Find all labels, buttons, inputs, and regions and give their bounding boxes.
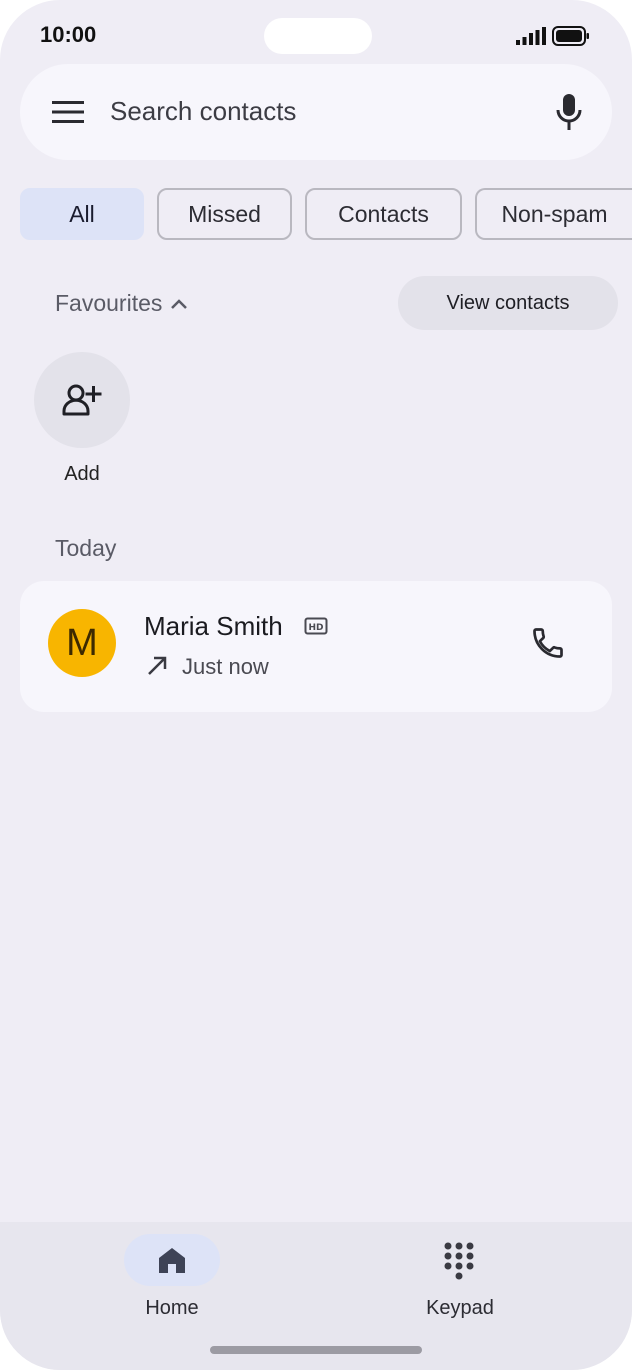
phone-screen: 10:00 Search contacts All Missed Contact… — [0, 0, 632, 1370]
add-favourite-label: Add — [64, 463, 100, 485]
caller-name: Maria Smith — [144, 611, 283, 641]
home-icon — [159, 1248, 185, 1273]
nav-home-button[interactable] — [124, 1234, 220, 1286]
section-header-today: Today — [55, 535, 117, 561]
call-log-item[interactable]: M Maria Smith HD Just now — [20, 581, 612, 712]
battery-icon — [552, 26, 589, 46]
favourites-toggle[interactable]: Favourites — [55, 290, 188, 317]
call-time: Just now — [182, 654, 269, 679]
menu-icon[interactable] — [52, 98, 84, 126]
favourites-label: Favourites — [55, 290, 163, 316]
avatar[interactable]: M — [48, 609, 116, 677]
hd-call-icon: HD — [304, 617, 328, 635]
home-indicator[interactable] — [210, 1346, 422, 1354]
filter-chip-missed[interactable]: Missed — [157, 188, 292, 240]
view-contacts-button[interactable]: View contacts — [398, 276, 618, 330]
nav-keypad-label[interactable]: Keypad — [400, 1297, 520, 1320]
filter-chip-all[interactable]: All — [20, 188, 144, 240]
outgoing-call-icon — [148, 656, 167, 675]
microphone-icon[interactable] — [554, 92, 584, 132]
keypad-icon[interactable] — [444, 1242, 474, 1280]
filter-chip-non-spam[interactable]: Non-spam — [475, 188, 632, 240]
search-input[interactable]: Search contacts — [110, 96, 296, 127]
add-favourite-button[interactable] — [34, 352, 130, 448]
filter-chip-contacts[interactable]: Contacts — [305, 188, 462, 240]
status-time: 10:00 — [40, 22, 97, 47]
svg-text:HD: HD — [308, 623, 323, 633]
signal-icon — [516, 27, 546, 45]
chevron-up-icon — [171, 298, 188, 309]
nav-home-label[interactable]: Home — [112, 1297, 232, 1320]
phone-icon[interactable] — [530, 625, 566, 661]
camera-notch — [264, 18, 372, 54]
add-person-icon — [62, 384, 102, 416]
search-bar[interactable]: Search contacts — [20, 64, 612, 160]
